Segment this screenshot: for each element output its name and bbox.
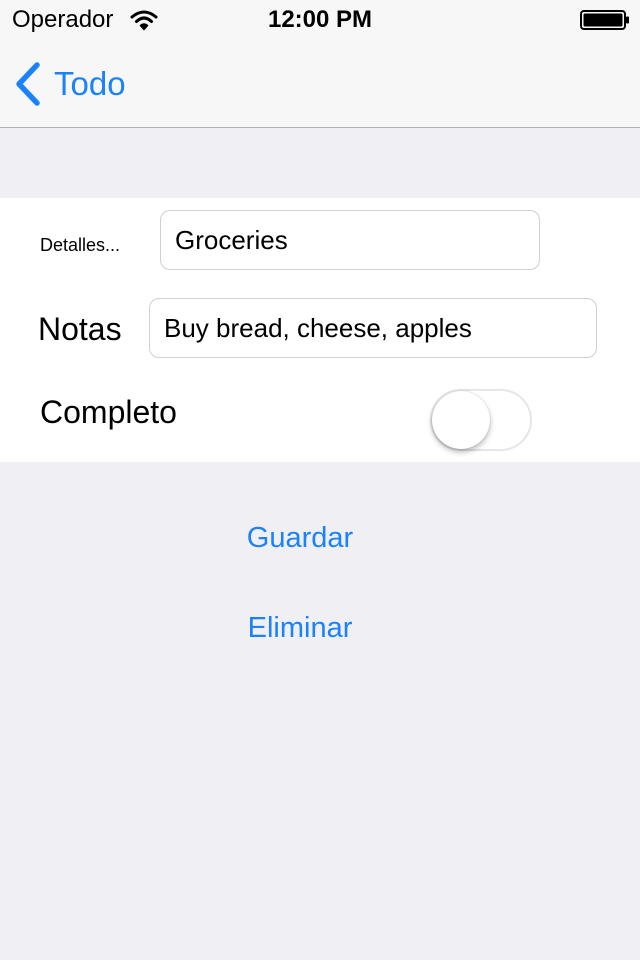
save-button[interactable]: Guardar <box>0 522 600 555</box>
navigation-bar: Operador 12:00 PM Todo <box>0 0 640 128</box>
notes-field[interactable]: Buy bread, cheese, apples <box>149 298 597 358</box>
status-time: 12:00 PM <box>267 6 373 33</box>
complete-label: Completo <box>40 394 177 430</box>
battery-icon <box>580 10 629 30</box>
complete-switch[interactable] <box>430 389 532 451</box>
switch-knob <box>432 391 490 449</box>
delete-button[interactable]: Eliminar <box>0 612 600 645</box>
todo-form: Detalles... Groceries Notas Buy bread, c… <box>0 198 640 462</box>
back-label: Todo <box>54 65 126 102</box>
details-label: Detalles... <box>40 235 121 255</box>
notes-label: Notas <box>38 311 122 347</box>
back-button[interactable]: Todo <box>14 60 126 108</box>
details-field[interactable]: Groceries <box>160 210 540 270</box>
chevron-left-icon <box>16 62 40 106</box>
